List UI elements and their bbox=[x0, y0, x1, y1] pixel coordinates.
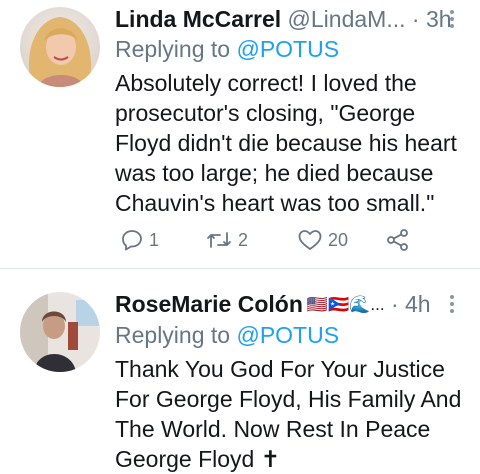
replying-to: Replying to @POTUS bbox=[115, 35, 339, 63]
like-button[interactable]: 20 bbox=[297, 228, 348, 252]
tweet-text: Thank You God For Your Justice For Georg… bbox=[115, 356, 462, 472]
like-icon bbox=[298, 230, 322, 250]
avatar[interactable] bbox=[20, 292, 100, 372]
tweet-header: RoseMarie Colón 🇺🇸🇵🇷🌊... · 4h bbox=[115, 290, 462, 319]
tweet-text: Absolutely correct! I loved the prosecut… bbox=[115, 70, 457, 216]
more-icon[interactable] bbox=[442, 292, 462, 316]
name-emoji-flags: 🇺🇸🇵🇷🌊... bbox=[306, 295, 385, 314]
tweet[interactable]: Linda McCarrel @LindaM... · 3h Replying … bbox=[0, 0, 480, 268]
replying-to: Replying to @POTUS bbox=[115, 321, 339, 349]
share-icon bbox=[387, 229, 408, 251]
replying-to-label: Replying to bbox=[115, 322, 237, 348]
separator: · bbox=[411, 6, 420, 32]
mention-link[interactable]: @POTUS bbox=[236, 322, 339, 348]
mention-link[interactable]: @POTUS bbox=[236, 36, 339, 62]
display-name[interactable]: RoseMarie Colón bbox=[115, 291, 303, 317]
tweet[interactable]: RoseMarie Colón 🇺🇸🇵🇷🌊... · 4h Replying to… bbox=[0, 270, 480, 472]
separator: · bbox=[390, 291, 399, 317]
user-handle[interactable]: @LindaM... bbox=[288, 6, 406, 32]
more-icon[interactable] bbox=[442, 7, 462, 31]
display-name[interactable]: Linda McCarrel bbox=[115, 6, 281, 32]
retweet-count: 2 bbox=[238, 229, 249, 250]
avatar[interactable] bbox=[20, 7, 100, 87]
tweet-actions: 1 2 20 bbox=[115, 228, 415, 258]
reply-button[interactable]: 1 bbox=[120, 228, 159, 252]
reply-icon bbox=[122, 230, 142, 251]
like-count: 20 bbox=[328, 229, 349, 250]
tweet-divider bbox=[0, 268, 480, 269]
reply-count: 1 bbox=[149, 229, 160, 250]
share-button[interactable] bbox=[385, 228, 411, 252]
tweet-header: Linda McCarrel @LindaM... · 3h bbox=[115, 5, 462, 33]
replying-to-label: Replying to bbox=[115, 36, 237, 62]
timestamp[interactable]: 4h bbox=[405, 291, 431, 317]
retweet-icon bbox=[207, 232, 231, 248]
retweet-button[interactable]: 2 bbox=[205, 228, 248, 252]
